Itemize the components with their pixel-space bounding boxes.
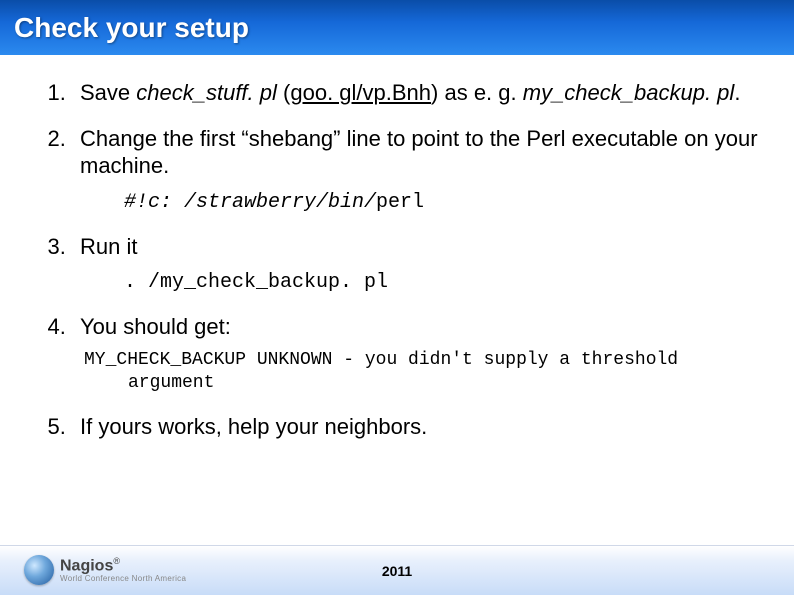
text: Save xyxy=(80,80,136,105)
brand-logo: Nagios® World Conference North America xyxy=(24,555,186,585)
registered-mark: ® xyxy=(113,556,120,566)
code-italic: #!c: /strawberry/bin/ xyxy=(124,191,376,214)
list-item: Run it . /my_check_backup. pl xyxy=(72,233,764,296)
footer-year: 2011 xyxy=(382,563,412,579)
text: Change the first “shebang” line to point… xyxy=(80,126,758,179)
text: Run it xyxy=(80,234,137,259)
brand-subtitle: World Conference North America xyxy=(60,575,186,583)
slide-footer: Nagios® World Conference North America 2… xyxy=(0,545,794,595)
text: . xyxy=(734,80,740,105)
brand-name: Nagios xyxy=(60,558,113,575)
list-item: You should get: MY_CHECK_BACKUP UNKNOWN … xyxy=(72,313,764,395)
slide-header: Check your setup xyxy=(0,0,794,55)
code-block: . /my_check_backup. pl xyxy=(124,270,764,295)
globe-icon xyxy=(24,555,54,585)
output-line: MY_CHECK_BACKUP UNKNOWN - you didn't sup… xyxy=(84,349,764,372)
code-plain: . /my_check_backup. pl xyxy=(124,271,388,294)
text: If yours works, help your neighbors. xyxy=(80,414,427,439)
logo-text: Nagios® World Conference North America xyxy=(60,557,186,582)
code-plain: perl xyxy=(376,191,424,214)
output-line: argument xyxy=(128,372,764,395)
output-block: MY_CHECK_BACKUP UNKNOWN - you didn't sup… xyxy=(84,349,764,396)
text: You should get: xyxy=(80,314,231,339)
instruction-list: Save check_stuff. pl (goo. gl/vp.Bnh) as… xyxy=(30,79,764,441)
list-item: Change the first “shebang” line to point… xyxy=(72,125,764,215)
slide-content: Save check_stuff. pl (goo. gl/vp.Bnh) as… xyxy=(0,55,794,441)
link-text[interactable]: goo. gl/vp.Bnh xyxy=(290,80,431,105)
list-item: Save check_stuff. pl (goo. gl/vp.Bnh) as… xyxy=(72,79,764,107)
text: ) as e. g. xyxy=(431,80,523,105)
list-item: If yours works, help your neighbors. xyxy=(72,413,764,441)
filename: my_check_backup. pl xyxy=(523,80,735,105)
text: ( xyxy=(277,80,290,105)
code-block: #!c: /strawberry/bin/perl xyxy=(124,190,764,215)
slide-title: Check your setup xyxy=(14,12,249,44)
filename: check_stuff. pl xyxy=(136,80,277,105)
